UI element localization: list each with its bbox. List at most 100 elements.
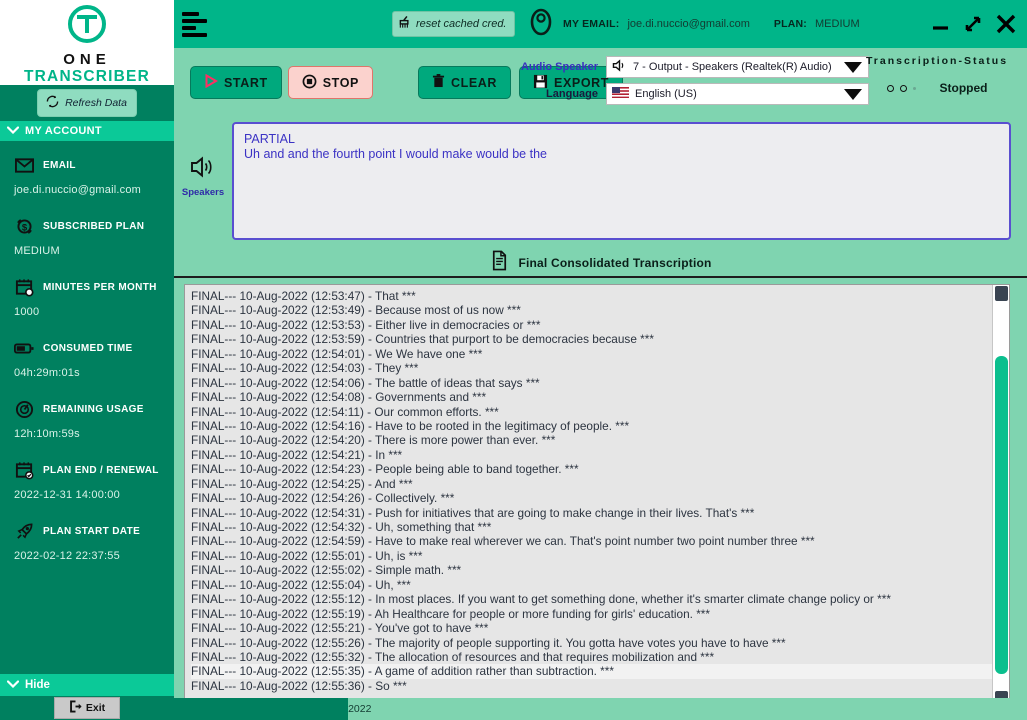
transcription-line[interactable]: FINAL--- 10-Aug-2022 (12:55:01) - Uh, is…	[191, 549, 992, 563]
us-flag-icon	[612, 87, 629, 101]
refresh-data-row: Refresh Data	[0, 85, 174, 121]
info-value-subscribed-plan: MEDIUM	[14, 245, 60, 257]
transcription-line[interactable]: FINAL--- 10-Aug-2022 (12:54:32) - Uh, so…	[191, 520, 992, 534]
partial-transcription-zone: Speakers PARTIAL Uh and and the fourth p…	[174, 122, 1027, 250]
transcription-line[interactable]: FINAL--- 10-Aug-2022 (12:54:01) - We We …	[191, 347, 992, 361]
user-info-block: MY EMAIL: joe.di.nuccio@gmail.com PLAN: …	[527, 8, 860, 41]
language-select[interactable]: English (US)	[606, 83, 869, 105]
my-account-section-header[interactable]: MY ACCOUNT	[0, 121, 174, 141]
transcription-line[interactable]: FINAL--- 10-Aug-2022 (12:54:21) - In ***	[191, 448, 992, 462]
transcription-line[interactable]: FINAL--- 10-Aug-2022 (12:53:47) - That *…	[191, 289, 992, 303]
stop-button[interactable]: STOP	[287, 66, 373, 99]
info-item-remaining-usage: REMAINING USAGE 12h:10m:59s	[0, 399, 174, 440]
plan-value: MEDIUM	[815, 18, 860, 30]
audio-speaker-label: Audio Speaker	[520, 61, 598, 73]
final-transcription-list[interactable]: FINAL--- 10-Aug-2022 (12:53:47) - That *…	[185, 285, 992, 707]
transcription-line[interactable]: FINAL--- 10-Aug-2022 (12:55:36) - So ***	[191, 679, 992, 693]
transcription-line[interactable]: FINAL--- 10-Aug-2022 (12:54:16) - Have t…	[191, 419, 992, 433]
clear-button[interactable]: CLEAR	[417, 66, 512, 99]
final-transcription-panel: FINAL--- 10-Aug-2022 (12:53:47) - That *…	[184, 284, 1010, 708]
transcription-line[interactable]: FINAL--- 10-Aug-2022 (12:55:32) - The al…	[191, 650, 992, 664]
refresh-data-label: Refresh Data	[65, 97, 127, 109]
refresh-data-button[interactable]: Refresh Data	[37, 89, 137, 117]
transcription-line[interactable]: FINAL--- 10-Aug-2022 (12:53:59) - Countr…	[191, 332, 992, 346]
final-transcription-title: Final Consolidated Transcription	[518, 256, 712, 270]
partial-title: PARTIAL	[244, 132, 295, 146]
transcription-status-title: Transcription-Status	[865, 55, 1009, 67]
transcription-line[interactable]: FINAL--- 10-Aug-2022 (12:54:31) - Push f…	[191, 506, 992, 520]
info-value-plan-end-renewal: 2022-12-31 14:00:00	[14, 489, 120, 501]
exit-row: Exit	[0, 696, 174, 720]
info-item-subscribed-plan: $ SUBSCRIBED PLAN MEDIUM	[0, 216, 174, 257]
status-indicator-row: Stopped	[857, 81, 1017, 95]
transcription-line[interactable]: FINAL--- 10-Aug-2022 (12:54:03) - They *…	[191, 361, 992, 375]
status-footer: One Transcriber v1.22.6 © Copyright 2022	[174, 698, 1027, 720]
user-avatar-icon[interactable]	[527, 8, 555, 41]
document-icon	[489, 250, 510, 276]
broom-icon	[398, 15, 413, 33]
battery-icon	[14, 338, 34, 358]
transcription-line[interactable]: FINAL--- 10-Aug-2022 (12:54:08) - Govern…	[191, 390, 992, 404]
maximize-icon[interactable]	[963, 14, 983, 34]
scrollbar-thumb[interactable]	[995, 356, 1008, 675]
stop-icon	[302, 74, 317, 92]
partial-transcription-textarea[interactable]: PARTIAL Uh and and the fourth point I wo…	[232, 122, 1011, 240]
exit-button[interactable]: Exit	[53, 697, 121, 719]
speaker-icon	[612, 59, 627, 75]
stop-label: STOP	[322, 75, 359, 90]
transcription-line[interactable]: FINAL--- 10-Aug-2022 (12:54:06) - The ba…	[191, 376, 992, 390]
reset-cached-cred-label: reset cached cred.	[416, 18, 507, 30]
dollar-refresh-icon: $	[14, 216, 34, 236]
device-selectors: Audio Speaker 7 - Output - Speakers (Rea…	[509, 56, 869, 105]
transcription-line[interactable]: FINAL--- 10-Aug-2022 (12:55:12) - In mos…	[191, 592, 992, 606]
top-header-bar: reset cached cred. MY EMAIL: joe.di.nucc…	[174, 0, 1027, 48]
app-logo: ONE TRANSCRIBER	[0, 0, 174, 85]
info-label-plan-start-date: PLAN START DATE	[43, 525, 141, 537]
audio-speaker-select[interactable]: 7 - Output - Speakers (Realtek(R) Audio)	[606, 56, 869, 78]
language-label: Language	[546, 88, 598, 100]
transcription-line[interactable]: FINAL--- 10-Aug-2022 (12:53:49) - Becaus…	[191, 303, 992, 317]
transcription-line[interactable]: FINAL--- 10-Aug-2022 (12:54:26) - Collec…	[191, 491, 992, 505]
transcription-line[interactable]: FINAL--- 10-Aug-2022 (12:55:02) - Simple…	[191, 563, 992, 577]
start-button[interactable]: START	[190, 66, 282, 99]
transcription-line[interactable]: FINAL--- 10-Aug-2022 (12:54:11) - Our co…	[191, 405, 992, 419]
transcription-line[interactable]: FINAL--- 10-Aug-2022 (12:54:23) - People…	[191, 462, 992, 476]
transcription-line[interactable]: FINAL--- 10-Aug-2022 (12:55:04) - Uh, **…	[191, 578, 992, 592]
reset-cached-cred-button[interactable]: reset cached cred.	[392, 11, 515, 37]
main-panel: reset cached cred. MY EMAIL: joe.di.nucc…	[174, 0, 1027, 720]
info-item-email: EMAIL joe.di.nuccio@gmail.com	[0, 155, 174, 196]
scrollbar-track[interactable]	[993, 302, 1009, 690]
hide-label: Hide	[25, 679, 50, 691]
language-value: English (US)	[635, 88, 697, 100]
hide-sidebar-button[interactable]: Hide	[0, 674, 174, 696]
transcription-line[interactable]: FINAL--- 10-Aug-2022 (12:55:19) - Ah Hea…	[191, 607, 992, 621]
info-item-plan-end-renewal: PLAN END / RENEWAL 2022-12-31 14:00:00	[0, 460, 174, 501]
chevron-down-icon	[6, 679, 20, 691]
scroll-up-button[interactable]	[994, 286, 1008, 301]
refresh-icon	[44, 93, 61, 113]
minimize-icon[interactable]	[931, 14, 951, 34]
envelope-icon	[14, 155, 34, 175]
logo-text-transcriber: TRANSCRIBER	[23, 67, 150, 85]
my-account-label: MY ACCOUNT	[25, 125, 102, 137]
info-value-minutes-per-month: 1000	[14, 306, 40, 318]
info-item-consumed-time: CONSUMED TIME 04h:29m:01s	[0, 338, 174, 379]
transcription-line[interactable]: FINAL--- 10-Aug-2022 (12:55:35) - A game…	[191, 664, 992, 679]
final-transcription-header: Final Consolidated Transcription	[174, 250, 1027, 278]
transcription-line[interactable]: FINAL--- 10-Aug-2022 (12:55:26) - The ma…	[191, 636, 992, 650]
transcription-line[interactable]: FINAL--- 10-Aug-2022 (12:53:53) - Either…	[191, 318, 992, 332]
info-label-minutes-per-month: MINUTES PER MONTH	[43, 281, 157, 293]
transcription-line[interactable]: FINAL--- 10-Aug-2022 (12:54:20) - There …	[191, 433, 992, 447]
info-value-plan-start-date: 2022-02-12 22:37:55	[14, 550, 120, 562]
transcription-status-block: Transcription-Status Stopped	[857, 55, 1017, 95]
transcription-line[interactable]: FINAL--- 10-Aug-2022 (12:54:59) - Have t…	[191, 534, 992, 548]
partial-text: Uh and and the fourth point I would make…	[244, 146, 547, 161]
speakers-indicator: Speakers	[174, 122, 232, 198]
hamburger-icon[interactable]	[182, 11, 208, 37]
final-list-scrollbar[interactable]	[992, 285, 1009, 707]
transcription-line[interactable]: FINAL--- 10-Aug-2022 (12:54:25) - And **…	[191, 477, 992, 491]
transcription-line[interactable]: FINAL--- 10-Aug-2022 (12:55:21) - You've…	[191, 621, 992, 635]
close-icon[interactable]	[995, 13, 1017, 35]
chevron-down-icon	[6, 125, 20, 137]
speakers-label: Speakers	[181, 187, 225, 198]
